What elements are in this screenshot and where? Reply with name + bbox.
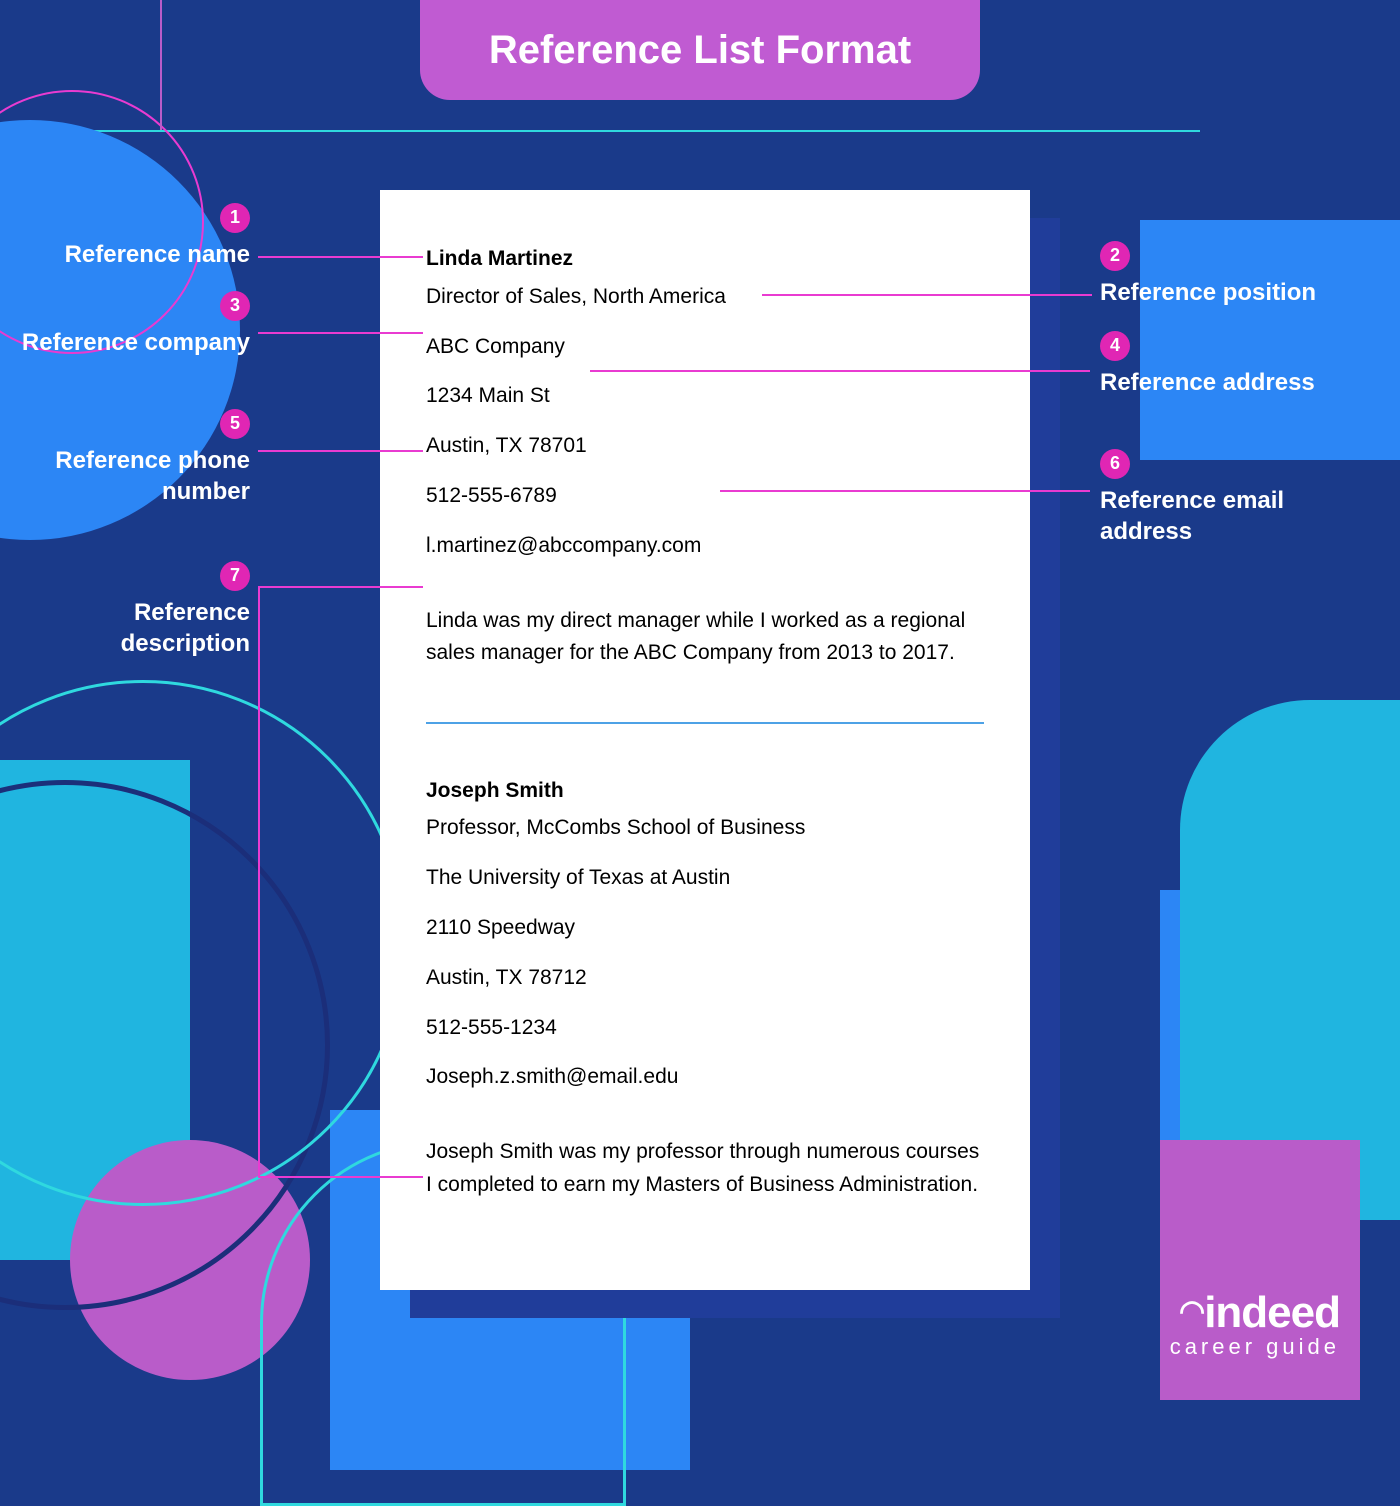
annotation-4: 4 Reference address [1100, 328, 1380, 398]
badge-icon: 6 [1100, 449, 1130, 479]
ref1-phone: 512-555-6789 [426, 477, 984, 515]
ref2-name: Joseph Smith [426, 772, 984, 810]
connector-line [762, 294, 1092, 296]
indeed-logo: ◠indeed [1170, 1288, 1340, 1338]
brand-logo: ◠indeed career guide [1170, 1288, 1340, 1360]
infographic-stage: Reference List Format Linda Martinez Dir… [0, 0, 1400, 1400]
badge-icon: 3 [220, 291, 250, 321]
annotation-label: Reference address [1100, 369, 1315, 396]
ref1-address1: 1234 Main St [426, 377, 984, 415]
annotation-label: Reference position [1100, 279, 1316, 306]
connector-line [258, 586, 423, 588]
reference-page: Linda Martinez Director of Sales, North … [380, 190, 1030, 1290]
decorative-shape [160, 0, 162, 130]
decorative-shape [1160, 1140, 1360, 1400]
connector-line [258, 450, 423, 452]
ref2-email: Joseph.z.smith@email.edu [426, 1058, 984, 1096]
annotation-label: Reference description [121, 599, 250, 657]
annotation-label: Reference phone number [55, 447, 250, 505]
annotation-3: 3 Reference company [20, 288, 250, 358]
badge-icon: 2 [1100, 241, 1130, 271]
decorative-shape [0, 130, 1200, 132]
connector-line [258, 332, 423, 334]
badge-icon: 4 [1100, 331, 1130, 361]
logo-text: indeed [1204, 1288, 1340, 1337]
brand-tagline: career guide [1170, 1334, 1340, 1360]
ref2-description: Joseph Smith was my professor through nu… [426, 1136, 984, 1201]
annotation-label: Reference company [22, 329, 250, 356]
separator-line [426, 722, 984, 724]
ref2-address1: 2110 Speedway [426, 909, 984, 947]
ref1-address2: Austin, TX 78701 [426, 427, 984, 465]
ref1-company: ABC Company [426, 328, 984, 366]
annotation-7: 7 Reference description [20, 558, 250, 659]
connector-line [258, 1176, 423, 1178]
connector-line [258, 256, 423, 258]
connector-line [258, 586, 260, 1176]
connector-line [590, 370, 1090, 372]
badge-icon: 7 [220, 561, 250, 591]
ref1-position: Director of Sales, North America [426, 278, 984, 316]
ref1-name: Linda Martinez [426, 240, 984, 278]
badge-icon: 1 [220, 203, 250, 233]
page-title: Reference List Format [489, 28, 911, 73]
logo-arc-icon: ◠ [1179, 1294, 1204, 1329]
ref1-description: Linda was my direct manager while I work… [426, 605, 984, 670]
annotation-6: 6 Reference email address [1100, 446, 1380, 547]
annotation-label: Reference email address [1100, 487, 1284, 545]
annotation-2: 2 Reference position [1100, 238, 1380, 308]
annotation-5: 5 Reference phone number [20, 406, 250, 507]
annotation-label: Reference name [65, 241, 250, 268]
title-banner: Reference List Format [420, 0, 980, 100]
annotation-1: 1 Reference name [20, 200, 250, 270]
ref2-address2: Austin, TX 78712 [426, 959, 984, 997]
ref2-phone: 512-555-1234 [426, 1009, 984, 1047]
ref1-email: l.martinez@abccompany.com [426, 527, 984, 565]
connector-line [720, 490, 1090, 492]
ref2-company: The University of Texas at Austin [426, 859, 984, 897]
ref2-position: Professor, McCombs School of Business [426, 809, 984, 847]
badge-icon: 5 [220, 409, 250, 439]
